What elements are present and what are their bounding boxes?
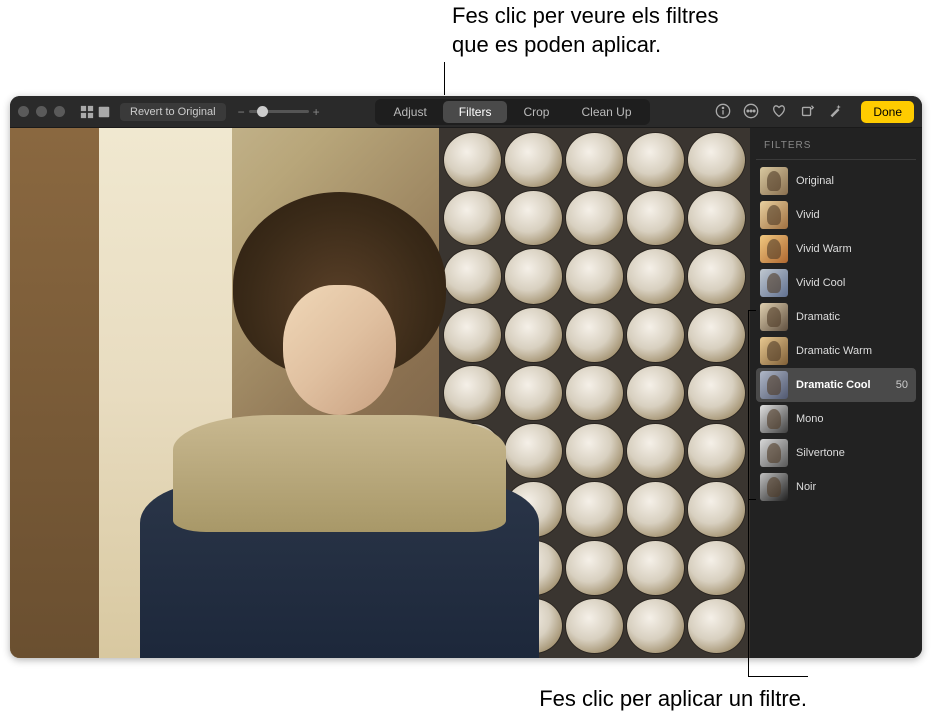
more-icon[interactable] — [743, 103, 761, 121]
filter-item-original[interactable]: Original — [756, 164, 916, 198]
filter-thumbnail — [760, 371, 788, 399]
filter-item-vivid[interactable]: Vivid — [756, 198, 916, 232]
filter-label: Noir — [796, 481, 912, 493]
callout-bottom: Fes clic per aplicar un filtre. — [539, 685, 807, 714]
revert-button[interactable]: Revert to Original — [120, 103, 226, 121]
tab-crop[interactable]: Crop — [507, 101, 565, 123]
callout-line — [444, 62, 445, 95]
photo — [10, 128, 750, 658]
filter-thumbnail — [760, 235, 788, 263]
filter-thumbnail — [760, 439, 788, 467]
filter-item-dramatic[interactable]: Dramatic — [756, 300, 916, 334]
rotate-icon[interactable] — [799, 103, 817, 121]
edit-tabs: Adjust Filters Crop Clean Up — [375, 99, 649, 125]
single-view-icon — [96, 104, 112, 120]
zoom-out-icon: − — [238, 105, 245, 119]
filter-thumbnail — [760, 303, 788, 331]
filter-item-noir[interactable]: Noir — [756, 470, 916, 504]
filter-item-dramatic-cool[interactable]: Dramatic Cool 50 — [756, 368, 916, 402]
callout-top: Fes clic per veure els filtres que es po… — [452, 2, 732, 59]
enhance-icon[interactable] — [827, 103, 845, 121]
filter-item-silvertone[interactable]: Silvertone — [756, 436, 916, 470]
filter-item-dramatic-warm[interactable]: Dramatic Warm — [756, 334, 916, 368]
content-area: FILTERS Original Vivid Vivid Warm Vivid Coo… — [10, 128, 922, 658]
callout-line — [748, 310, 749, 676]
grid-view-icon — [79, 104, 95, 120]
callout-bracket — [748, 310, 756, 500]
done-button[interactable]: Done — [861, 101, 914, 123]
close-window-button[interactable] — [18, 106, 29, 117]
filter-thumbnail — [760, 201, 788, 229]
zoom-window-button[interactable] — [54, 106, 65, 117]
filter-label: Dramatic Warm — [796, 345, 912, 357]
filter-thumbnail — [760, 167, 788, 195]
panel-title: FILTERS — [756, 138, 916, 160]
filter-thumbnail — [760, 269, 788, 297]
filter-label: Dramatic — [796, 311, 912, 323]
minimize-window-button[interactable] — [36, 106, 47, 117]
filter-item-vivid-cool[interactable]: Vivid Cool — [756, 266, 916, 300]
filter-item-vivid-warm[interactable]: Vivid Warm — [756, 232, 916, 266]
filter-thumbnail — [760, 473, 788, 501]
filter-label: Vivid Warm — [796, 243, 912, 255]
filter-intensity-value: 50 — [896, 379, 908, 391]
zoom-in-icon: + — [313, 105, 320, 119]
filter-label: Vivid — [796, 209, 912, 221]
tab-cleanup[interactable]: Clean Up — [565, 101, 647, 123]
slider-track[interactable] — [249, 110, 309, 113]
view-toggle[interactable] — [79, 104, 112, 120]
info-icon[interactable] — [715, 103, 733, 121]
favorite-icon[interactable] — [771, 103, 789, 121]
filter-label: Vivid Cool — [796, 277, 912, 289]
callout-line — [748, 676, 808, 677]
filter-label: Mono — [796, 413, 912, 425]
filters-panel: FILTERS Original Vivid Vivid Warm Vivid Coo… — [750, 128, 922, 658]
photos-edit-window: Revert to Original − + Adjust Filters Cr… — [10, 96, 922, 658]
tab-adjust[interactable]: Adjust — [377, 101, 442, 123]
filter-list: Original Vivid Vivid Warm Vivid Cool Dramati… — [756, 164, 916, 504]
image-preview[interactable] — [10, 128, 750, 658]
toolbar-right-icons: Done — [715, 101, 914, 123]
filter-thumbnail — [760, 405, 788, 433]
slider-thumb[interactable] — [257, 106, 268, 117]
filter-label: Dramatic Cool — [796, 379, 888, 391]
filter-label: Silvertone — [796, 447, 912, 459]
zoom-slider[interactable]: − + — [238, 105, 320, 119]
window-controls — [18, 106, 65, 117]
filter-thumbnail — [760, 337, 788, 365]
filter-label: Original — [796, 175, 912, 187]
toolbar: Revert to Original − + Adjust Filters Cr… — [10, 96, 922, 128]
tab-filters[interactable]: Filters — [443, 101, 508, 123]
filter-item-mono[interactable]: Mono — [756, 402, 916, 436]
